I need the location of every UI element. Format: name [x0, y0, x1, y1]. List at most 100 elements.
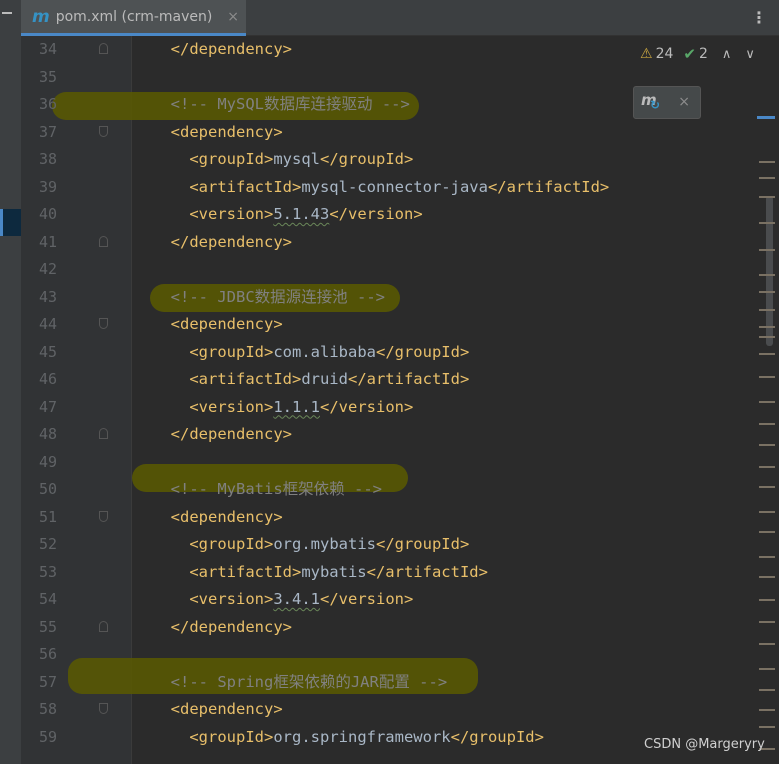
fold-marker-icon[interactable]: [99, 318, 108, 329]
line-number[interactable]: 38: [21, 146, 57, 174]
stripe-mark[interactable]: [759, 576, 775, 578]
more-options-icon[interactable]: ⋮: [751, 8, 767, 27]
xml-value: druid: [301, 370, 348, 388]
code-line[interactable]: 52 <groupId>org.mybatis</groupId>: [21, 531, 761, 559]
code-line[interactable]: 50 <!-- MyBatis框架依赖 -->: [21, 476, 761, 504]
line-number[interactable]: 52: [21, 531, 57, 559]
stripe-mark[interactable]: [759, 376, 775, 378]
line-number[interactable]: 49: [21, 449, 57, 477]
stripe-mark[interactable]: [759, 336, 775, 338]
stripe-mark[interactable]: [759, 274, 775, 276]
line-number[interactable]: 44: [21, 311, 57, 339]
stripe-mark[interactable]: [759, 709, 775, 711]
close-popup-icon[interactable]: ×: [678, 94, 690, 110]
code-line[interactable]: 46 <artifactId>druid</artifactId>: [21, 366, 761, 394]
tab-pom-xml[interactable]: m pom.xml (crm-maven) ×: [21, 0, 246, 36]
stripe-mark[interactable]: [759, 423, 775, 425]
stripe-mark[interactable]: [759, 486, 775, 488]
code-line[interactable]: 43 <!-- JDBC数据源连接池 -->: [21, 284, 761, 312]
stripe-mark[interactable]: [759, 291, 775, 293]
fold-marker-icon[interactable]: [99, 43, 108, 54]
fold-marker-icon[interactable]: [99, 125, 108, 137]
code-line[interactable]: 51 <dependency>: [21, 504, 761, 532]
fold-marker-icon[interactable]: [99, 703, 108, 714]
stripe-mark[interactable]: [759, 621, 775, 623]
line-number[interactable]: 41: [21, 229, 57, 257]
line-number[interactable]: 57: [21, 669, 57, 697]
close-tab-icon[interactable]: ×: [227, 9, 239, 25]
stripe-mark[interactable]: [759, 401, 775, 403]
stripe-mark[interactable]: [759, 161, 775, 163]
line-number[interactable]: 40: [21, 201, 57, 229]
code-text: <dependency>: [152, 311, 283, 339]
line-number[interactable]: 47: [21, 394, 57, 422]
project-tool-selection[interactable]: [0, 209, 21, 236]
code-text: <artifactId>mybatis</artifactId>: [152, 559, 488, 587]
minimize-icon[interactable]: [2, 12, 12, 14]
code-line[interactable]: 54 <version>3.4.1</version>: [21, 586, 761, 614]
fold-marker-icon[interactable]: [99, 510, 108, 522]
stripe-mark[interactable]: [759, 444, 775, 446]
maven-reload-popup[interactable]: m ↻ ×: [633, 86, 701, 119]
code-text: <version>3.4.1</version>: [152, 586, 413, 614]
fold-marker-icon[interactable]: [99, 428, 108, 439]
stripe-mark[interactable]: [759, 222, 775, 224]
inspection-widget[interactable]: ⚠ 24 ✔ 2 ∧ ∨: [640, 45, 755, 63]
line-number[interactable]: 59: [21, 724, 57, 752]
line-number[interactable]: 48: [21, 421, 57, 449]
line-number[interactable]: 46: [21, 366, 57, 394]
maven-reload-icon[interactable]: m ↻: [641, 91, 660, 112]
stripe-mark[interactable]: [759, 556, 775, 558]
line-number[interactable]: 53: [21, 559, 57, 587]
fold-marker-icon[interactable]: [99, 620, 108, 632]
code-line[interactable]: 45 <groupId>com.alibaba</groupId>: [21, 339, 761, 367]
stripe-mark[interactable]: [759, 689, 775, 691]
stripe-mark[interactable]: [759, 511, 775, 513]
code-line[interactable]: 55 </dependency>: [21, 614, 761, 642]
error-stripe[interactable]: [757, 36, 779, 764]
stripe-mark[interactable]: [759, 326, 775, 328]
line-number[interactable]: 50: [21, 476, 57, 504]
stripe-mark[interactable]: [759, 177, 775, 179]
line-number[interactable]: 43: [21, 284, 57, 312]
code-line[interactable]: 40 <version>5.1.43</version>: [21, 201, 761, 229]
line-number[interactable]: 34: [21, 36, 57, 64]
stripe-mark[interactable]: [759, 643, 775, 645]
line-number[interactable]: 35: [21, 64, 57, 92]
stripe-mark[interactable]: [759, 531, 775, 533]
stripe-mark[interactable]: [759, 668, 775, 670]
code-line[interactable]: 53 <artifactId>mybatis</artifactId>: [21, 559, 761, 587]
code-line[interactable]: 47 <version>1.1.1</version>: [21, 394, 761, 422]
line-number[interactable]: 58: [21, 696, 57, 724]
code-line[interactable]: 42: [21, 256, 761, 284]
stripe-mark[interactable]: [759, 353, 775, 355]
line-number[interactable]: 54: [21, 586, 57, 614]
line-number[interactable]: 36: [21, 91, 57, 119]
line-number[interactable]: 42: [21, 256, 57, 284]
fold-marker-icon[interactable]: [99, 235, 108, 247]
code-line[interactable]: 39 <artifactId>mysql-connector-java</art…: [21, 174, 761, 202]
stripe-mark[interactable]: [759, 249, 775, 251]
line-number[interactable]: 37: [21, 119, 57, 147]
code-line[interactable]: 44 <dependency>: [21, 311, 761, 339]
code-line[interactable]: 57 <!-- Spring框架依赖的JAR配置 -->: [21, 669, 761, 697]
stripe-mark[interactable]: [759, 309, 775, 311]
prev-problem-icon[interactable]: ∧: [722, 47, 732, 62]
stripe-mark[interactable]: [759, 726, 775, 728]
line-number[interactable]: 45: [21, 339, 57, 367]
code-line[interactable]: 58 <dependency>: [21, 696, 761, 724]
stripe-mark[interactable]: [759, 599, 775, 601]
stripe-mark[interactable]: [759, 466, 775, 468]
code-line[interactable]: 48 </dependency>: [21, 421, 761, 449]
stripe-mark[interactable]: [759, 196, 775, 198]
code-line[interactable]: 37 <dependency>: [21, 119, 761, 147]
line-number[interactable]: 56: [21, 641, 57, 669]
next-problem-icon[interactable]: ∨: [745, 47, 755, 62]
scrollbar-thumb[interactable]: [766, 196, 773, 346]
code-line[interactable]: 38 <groupId>mysql</groupId>: [21, 146, 761, 174]
line-number[interactable]: 55: [21, 614, 57, 642]
line-number[interactable]: 39: [21, 174, 57, 202]
line-number[interactable]: 51: [21, 504, 57, 532]
xml-tag: </dependency>: [170, 617, 292, 636]
code-line[interactable]: 41 </dependency>: [21, 229, 761, 257]
